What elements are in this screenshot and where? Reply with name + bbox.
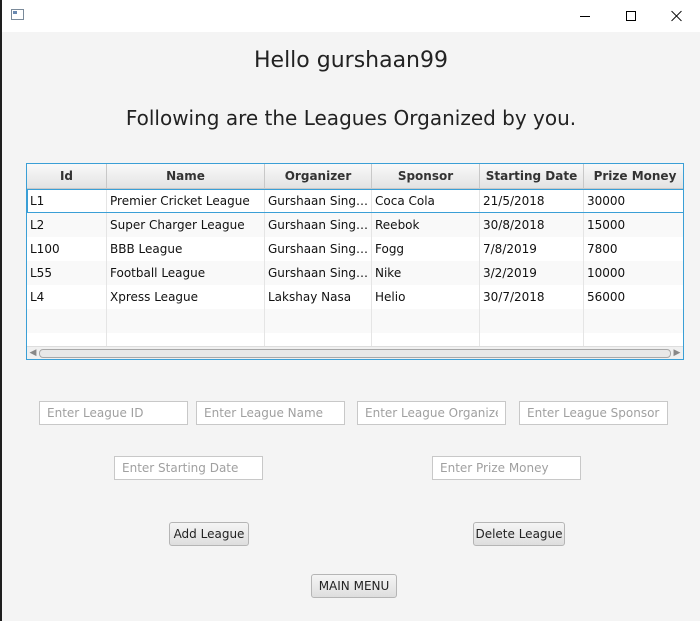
cell-name: Xpress League	[107, 285, 265, 309]
empty-cell	[480, 309, 584, 333]
cell-organizer: Gurshaan Singh ...	[265, 189, 372, 213]
scroll-right-icon[interactable]: ▶	[671, 347, 683, 359]
cell-organizer: Gurshaan Singh ...	[265, 237, 372, 261]
table-row[interactable]: L1 Premier Cricket League Gurshaan Singh…	[27, 189, 683, 213]
cell-organizer: Gurshaan Singh ...	[265, 213, 372, 237]
league-id-input[interactable]	[39, 401, 188, 425]
cell-name: Super Charger League	[107, 213, 265, 237]
title-bar	[2, 0, 700, 32]
column-header-name[interactable]: Name	[107, 164, 265, 189]
cell-organizer: Lakshay Nasa	[265, 285, 372, 309]
cell-id: L100	[27, 237, 107, 261]
cell-name: Football League	[107, 261, 265, 285]
maximize-icon[interactable]	[608, 0, 654, 32]
greeting-heading: Hello gurshaan99	[253, 48, 448, 73]
table-header: Id Name Organizer Sponsor Starting Date …	[27, 164, 683, 189]
cell-organizer: Gurshaan Singh ...	[265, 261, 372, 285]
cell-starting-date: 21/5/2018	[480, 189, 584, 213]
add-league-button[interactable]: Add League	[169, 522, 249, 546]
league-name-input[interactable]	[196, 401, 345, 425]
column-header-sponsor[interactable]: Sponsor	[372, 164, 480, 189]
cell-id: L4	[27, 285, 107, 309]
cell-id: L1	[27, 189, 107, 213]
cell-name: Premier Cricket League	[107, 189, 265, 213]
cell-sponsor: Reebok	[372, 213, 480, 237]
cell-id: L55	[27, 261, 107, 285]
empty-cell	[265, 309, 372, 333]
leagues-table[interactable]: Id Name Organizer Sponsor Starting Date …	[26, 163, 684, 360]
column-header-organizer[interactable]: Organizer	[265, 164, 372, 189]
empty-cell	[107, 309, 265, 333]
scroll-left-icon[interactable]: ◀	[27, 347, 39, 359]
close-icon[interactable]	[654, 0, 700, 32]
league-sponsor-input[interactable]	[519, 401, 668, 425]
cell-prize-money: 30000	[584, 189, 683, 213]
app-window-icon	[11, 9, 24, 20]
cell-starting-date: 7/8/2019	[480, 237, 584, 261]
table-row[interactable]: L100 BBB League Gurshaan Singh ... Fogg …	[27, 237, 683, 261]
cell-starting-date: 30/8/2018	[480, 213, 584, 237]
minimize-icon[interactable]	[562, 0, 608, 32]
cell-prize-money: 15000	[584, 213, 683, 237]
cell-prize-money: 10000	[584, 261, 683, 285]
table-row[interactable]: L2 Super Charger League Gurshaan Singh .…	[27, 213, 683, 237]
page-subtitle: Following are the Leagues Organized by y…	[125, 106, 577, 130]
league-organizer-input[interactable]	[357, 401, 506, 425]
cell-id: L2	[27, 213, 107, 237]
app-window: Hello gurshaan99 Following are the Leagu…	[2, 0, 700, 621]
cell-starting-date: 3/2/2019	[480, 261, 584, 285]
empty-cell	[584, 309, 683, 333]
empty-cell	[27, 309, 107, 333]
empty-table-row	[27, 309, 683, 333]
prize-money-input[interactable]	[432, 456, 581, 480]
cell-prize-money: 7800	[584, 237, 683, 261]
starting-date-input[interactable]	[114, 456, 263, 480]
cell-starting-date: 30/7/2018	[480, 285, 584, 309]
table-row[interactable]: L55 Football League Gurshaan Singh ... N…	[27, 261, 683, 285]
scrollbar-thumb[interactable]	[39, 349, 671, 358]
table-body: L1 Premier Cricket League Gurshaan Singh…	[27, 189, 683, 357]
cell-name: BBB League	[107, 237, 265, 261]
column-header-prize-money[interactable]: Prize Money	[584, 164, 683, 189]
cell-sponsor: Helio	[372, 285, 480, 309]
horizontal-scrollbar[interactable]: ◀ ▶	[27, 346, 683, 359]
cell-sponsor: Coca Cola	[372, 189, 480, 213]
delete-league-button[interactable]: Delete League	[473, 522, 565, 546]
empty-cell	[372, 309, 480, 333]
column-header-starting-date[interactable]: Starting Date	[480, 164, 584, 189]
cell-sponsor: Nike	[372, 261, 480, 285]
column-header-id[interactable]: Id	[27, 164, 107, 189]
table-row[interactable]: L4 Xpress League Lakshay Nasa Helio 30/7…	[27, 285, 683, 309]
cell-sponsor: Fogg	[372, 237, 480, 261]
main-menu-button[interactable]: MAIN MENU	[311, 574, 397, 598]
cell-prize-money: 56000	[584, 285, 683, 309]
